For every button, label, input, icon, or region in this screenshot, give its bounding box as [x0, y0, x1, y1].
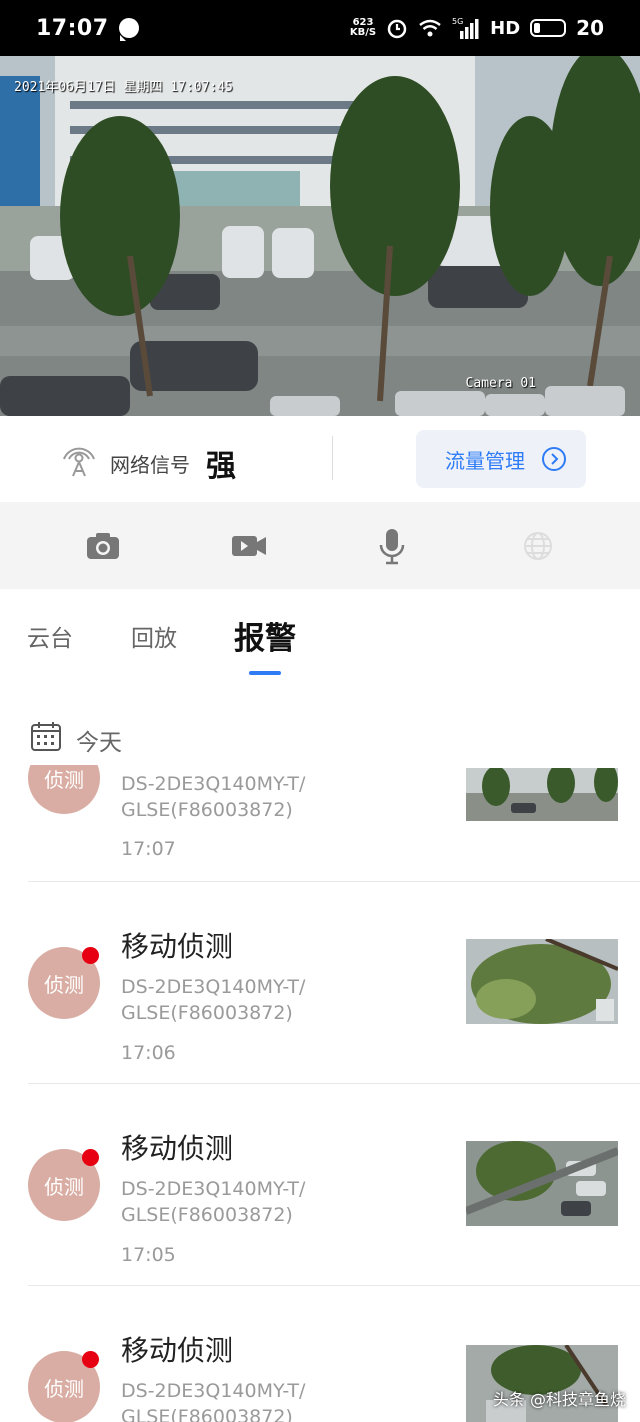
alarm-time: 17:05: [121, 1244, 176, 1266]
device-serial: GLSE(F86003872): [121, 1002, 293, 1024]
status-bar: 17:07 623 KB/S 5G HD 20: [0, 0, 640, 56]
tab-playback[interactable]: 回放: [131, 619, 177, 653]
date-header[interactable]: 今天: [0, 710, 640, 765]
thumbnail-image: [466, 1345, 618, 1422]
active-tab-indicator: [249, 671, 281, 675]
signal-antenna-icon: [63, 447, 95, 477]
alarm-thumbnail[interactable]: [466, 1345, 618, 1422]
device-serial: GLSE(F86003872): [121, 1204, 293, 1226]
control-toolbar: [0, 502, 640, 589]
device-model: DS-2DE3Q140MY-T/: [121, 1380, 306, 1402]
calendar-icon: [31, 722, 61, 751]
alarm-device: DS-2DE3Q140MY-T/ GLSE(F86003872): [121, 771, 381, 823]
unread-dot: [82, 1149, 99, 1166]
signal-strength-value: 强: [206, 449, 236, 484]
status-time: 17:07: [36, 15, 109, 41]
unread-dot: [82, 947, 99, 964]
camera-channel-label: Camera 01: [465, 376, 536, 391]
device-model: DS-2DE3Q140MY-T/: [121, 976, 306, 998]
alarm-thumbnail[interactable]: [466, 768, 618, 821]
tab-alarm[interactable]: 报警: [234, 613, 296, 658]
network-speed-unit: KB/S: [349, 27, 377, 38]
unread-dot: [82, 1351, 99, 1368]
alarm-list[interactable]: 侦测 DS-2DE3Q140MY-T/ GLSE(F86003872) 17:0…: [0, 765, 640, 1422]
camera-icon[interactable]: [83, 526, 123, 566]
camera-osd-datetime: 2021年06月17日 星期四 17:07:45: [14, 80, 233, 95]
device-model: DS-2DE3Q140MY-T/: [121, 773, 306, 795]
divider: [332, 436, 333, 480]
watermark: 头条 @科技章鱼烧: [492, 1390, 626, 1409]
microphone-icon[interactable]: [372, 526, 412, 566]
alarm-thumbnail[interactable]: [466, 939, 618, 1024]
camera-scene-image: [0, 56, 640, 416]
alarm-clock-icon: [387, 19, 407, 39]
traffic-management-label: 流量管理: [445, 448, 525, 473]
camera-live-view[interactable]: 2021年06月17日 星期四 17:07:45 Camera 01: [0, 56, 640, 416]
wifi-icon: [419, 19, 441, 37]
alarm-list-item[interactable]: 侦测 移动侦测 DS-2DE3Q140MY-T/ GLSE(F86003872)…: [0, 1084, 640, 1286]
alarm-title: 移动侦测: [121, 1132, 234, 1165]
thumbnail-image: [466, 939, 618, 1024]
device-serial: GLSE(F86003872): [121, 1406, 293, 1422]
message-notification-icon: [118, 18, 139, 41]
alarm-thumbnail[interactable]: [466, 1141, 618, 1226]
tab-bar: 云台 回放 报警: [0, 589, 640, 689]
cell-signal-icon: 5G: [452, 17, 479, 39]
alarm-time: 17:07: [121, 838, 176, 860]
tab-ptz[interactable]: 云台: [27, 619, 73, 653]
device-serial: GLSE(F86003872): [121, 799, 293, 821]
battery-icon: [530, 19, 567, 37]
alarm-device: DS-2DE3Q140MY-T/ GLSE(F86003872): [121, 1176, 381, 1228]
signal-bar: 网络信号 强 流量管理: [0, 416, 640, 502]
hd-indicator: HD: [490, 17, 521, 39]
traffic-management-button[interactable]: 流量管理: [416, 430, 586, 488]
date-label: 今天: [76, 730, 122, 756]
alarm-device: DS-2DE3Q140MY-T/ GLSE(F86003872): [121, 1378, 381, 1422]
chevron-right-icon: [542, 447, 566, 471]
video-record-icon[interactable]: [229, 526, 269, 566]
thumbnail-image: [466, 1141, 618, 1226]
globe-icon[interactable]: [518, 526, 558, 566]
device-model: DS-2DE3Q140MY-T/: [121, 1178, 306, 1200]
alarm-time: 17:06: [121, 1042, 176, 1064]
signal-label: 网络信号: [110, 453, 190, 477]
network-type: 5G: [452, 17, 463, 26]
alarm-title: 移动侦测: [121, 930, 234, 963]
status-icons: 623 KB/S 5G HD 20: [350, 16, 604, 40]
thumbnail-image: [466, 768, 618, 821]
network-speed: 623 KB/S: [350, 18, 376, 38]
battery-level: 20: [576, 16, 604, 40]
alarm-list-item[interactable]: 侦测 移动侦测 DS-2DE3Q140MY-T/ GLSE(F86003872)…: [0, 882, 640, 1084]
detection-badge: 侦测: [28, 765, 100, 814]
alarm-title: 移动侦测: [121, 1334, 234, 1367]
alarm-list-item[interactable]: 侦测 DS-2DE3Q140MY-T/ GLSE(F86003872) 17:0…: [0, 765, 640, 882]
alarm-device: DS-2DE3Q140MY-T/ GLSE(F86003872): [121, 974, 381, 1026]
